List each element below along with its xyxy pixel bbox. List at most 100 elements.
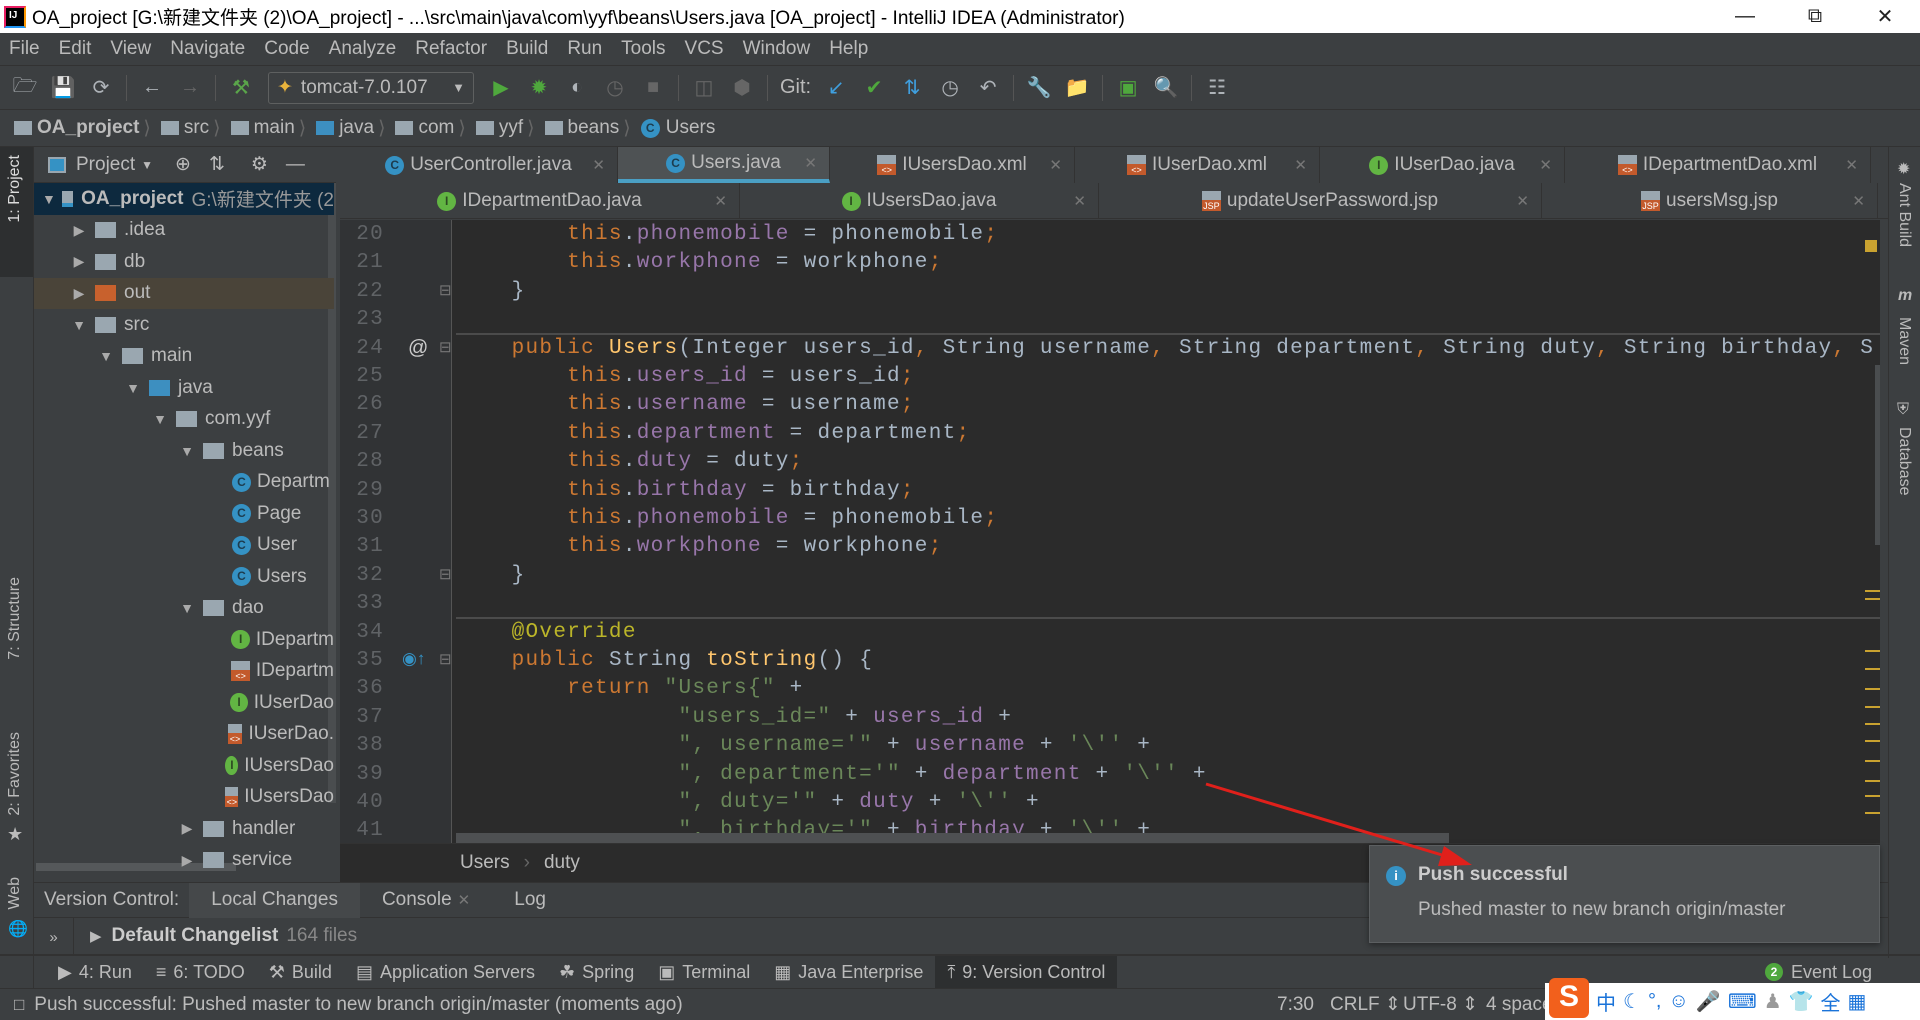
build-hammer-icon[interactable]: ⚒ [222, 75, 260, 100]
close-tab-icon[interactable]: ✕ [804, 154, 817, 172]
menu-file[interactable]: File [0, 38, 50, 60]
close-tab-icon[interactable]: ✕ [1539, 156, 1552, 174]
collapse-all-icon[interactable]: ⇅ [209, 153, 225, 176]
tree-item[interactable]: ▶ service [34, 845, 334, 874]
stop-icon[interactable]: ■ [634, 76, 672, 99]
tree-item[interactable]: I IDepartm [34, 624, 334, 656]
editor-tab[interactable]: I IUserDao.java ✕ [1320, 147, 1565, 183]
toolbox-grid-icon[interactable]: ▦ [1848, 989, 1867, 1014]
menu-help[interactable]: Help [820, 38, 878, 60]
editor-tab[interactable]: C Users.java ✕ [618, 147, 830, 183]
project-view-selector[interactable]: Project [76, 154, 135, 176]
error-stripe-mark[interactable] [1865, 740, 1880, 742]
menu-tools[interactable]: Tools [612, 38, 675, 60]
tree-item[interactable]: ▼ com.yyf [34, 404, 334, 436]
tool-window-todo[interactable]: ≡ 6: TODO [144, 956, 257, 988]
run-configuration-select[interactable]: ✦ tomcat-7.0.107 ▼ [268, 71, 474, 104]
restore-button[interactable]: ⧉ [1780, 0, 1850, 33]
expanded-arrow-icon[interactable]: ▼ [150, 411, 170, 427]
tool-button-web[interactable]: Web [6, 877, 24, 910]
editor-tab[interactable]: I IUsersDao.java ✕ [740, 183, 1099, 219]
expand-toolbar-icon[interactable]: » [34, 918, 74, 954]
error-stripe-mark[interactable] [1865, 688, 1880, 690]
search-icon[interactable]: 🔍 [1147, 75, 1185, 100]
minimize-button[interactable]: — [1710, 0, 1780, 33]
tab-console[interactable]: Console ✕ [360, 883, 492, 918]
changelist-name[interactable]: Default Changelist [112, 925, 279, 947]
event-log-button[interactable]: 2 Event Log [1764, 962, 1872, 983]
git-commit-icon[interactable]: ✔ [855, 75, 893, 100]
tool-button-database[interactable]: Database [1895, 427, 1913, 496]
menu-code[interactable]: Code [255, 38, 319, 60]
git-revert-icon[interactable]: ↶ [969, 75, 1007, 100]
error-stripe-mark[interactable] [1865, 812, 1880, 814]
breadcrumb-member[interactable]: duty [544, 852, 580, 874]
tool-button-structure[interactable]: 7: Structure [6, 577, 24, 660]
tree-item[interactable]: I IUserDao [34, 687, 334, 719]
expand-arrow-icon[interactable]: ▶ [90, 927, 102, 945]
editor-tab[interactable]: <> IDepartmentDao.xml ✕ [1565, 147, 1871, 183]
editor-horizontal-scrollbar[interactable] [456, 833, 1449, 843]
tree-item[interactable]: ▼ src [34, 309, 334, 341]
breadcrumb-yyf[interactable]: yyf ⟩ [475, 117, 541, 140]
editor-tab[interactable]: JSP updateUserPassword.jsp ✕ [1099, 183, 1542, 219]
menu-edit[interactable]: Edit [50, 38, 102, 60]
expanded-arrow-icon[interactable]: ▼ [42, 191, 56, 207]
tree-item[interactable]: ▼ dao [34, 593, 334, 625]
collapsed-arrow-icon[interactable]: ▶ [69, 222, 89, 239]
editor-tab[interactable]: C UserController.java ✕ [340, 147, 618, 183]
menu-refactor[interactable]: Refactor [406, 38, 497, 60]
tool-window-version-control[interactable]: ⤒ 9: Version Control [935, 956, 1118, 988]
tool-window-run[interactable]: ▶ 4: Run [46, 956, 144, 988]
full-width-toggle[interactable]: 全 [1821, 987, 1841, 1016]
tree-item[interactable]: <> IUsersDao [34, 782, 334, 814]
breadcrumb-com[interactable]: com ⟩ [395, 117, 471, 140]
keyboard-icon[interactable]: ⌨ [1728, 989, 1757, 1014]
close-tab-icon[interactable]: ✕ [714, 192, 727, 210]
breadcrumb-beans[interactable]: beans ⟩ [544, 117, 637, 140]
collapsed-arrow-icon[interactable]: ▶ [69, 253, 89, 270]
hide-panel-icon[interactable]: — [286, 154, 305, 176]
error-stripe-mark[interactable] [1865, 795, 1880, 797]
error-stripe-mark[interactable] [1865, 706, 1880, 708]
tool-window-application-servers[interactable]: ▤ Application Servers [344, 956, 547, 988]
back-icon[interactable]: ← [133, 76, 171, 99]
tree-item[interactable]: ▶ handler [34, 813, 334, 845]
punctuation-icon[interactable]: °, [1648, 990, 1662, 1013]
tool-button-favorites[interactable]: 2: Favorites [6, 732, 24, 816]
tree-item[interactable]: <> IDepartm [34, 656, 334, 688]
menu-analyze[interactable]: Analyze [320, 38, 407, 60]
project-structure-icon[interactable]: 📁 [1058, 75, 1096, 100]
error-stripe-mark[interactable] [1865, 723, 1880, 725]
error-stripe-mark[interactable] [1865, 650, 1880, 652]
tree-item[interactable]: ▶ db [34, 246, 334, 278]
update-app-icon[interactable]: ⬢ [723, 75, 761, 100]
error-stripe-mark[interactable] [1865, 590, 1880, 592]
coverage-icon[interactable]: ◐ [558, 76, 596, 99]
tree-item[interactable]: <> IUserDao. [34, 719, 334, 751]
error-stripe-mark[interactable] [1865, 780, 1880, 782]
forward-icon[interactable]: → [171, 76, 209, 99]
tool-window-spring[interactable]: ☘ Spring [547, 956, 646, 988]
tool-button-maven[interactable]: Maven [1895, 317, 1913, 365]
git-history-icon[interactable]: ◷ [931, 75, 969, 100]
tab-log[interactable]: Log [492, 883, 568, 918]
tree-item[interactable]: C User [34, 530, 334, 562]
close-tab-icon[interactable]: ✕ [1516, 192, 1529, 210]
close-button[interactable]: ✕ [1850, 0, 1920, 33]
error-stripe-mark[interactable] [1865, 668, 1880, 670]
close-tab-icon[interactable]: ✕ [1845, 156, 1858, 174]
error-stripe-mark[interactable] [1865, 760, 1880, 762]
tree-item[interactable]: ▼ java [34, 372, 334, 404]
collapsed-arrow-icon[interactable]: ▶ [69, 285, 89, 302]
expanded-arrow-icon[interactable]: ▼ [177, 600, 197, 616]
collapsed-arrow-icon[interactable]: ▶ [177, 820, 197, 837]
close-icon[interactable]: ✕ [458, 891, 471, 909]
menu-navigate[interactable]: Navigate [161, 38, 255, 60]
ime-language-toggle[interactable]: 中 [1596, 987, 1616, 1016]
expanded-arrow-icon[interactable]: ▼ [123, 380, 143, 396]
menu-vcs[interactable]: VCS [676, 38, 734, 60]
run-anything-icon[interactable]: ▣ [1109, 75, 1147, 100]
emoji-icon[interactable]: ☺ [1669, 990, 1689, 1013]
close-tab-icon[interactable]: ✕ [1049, 156, 1062, 174]
